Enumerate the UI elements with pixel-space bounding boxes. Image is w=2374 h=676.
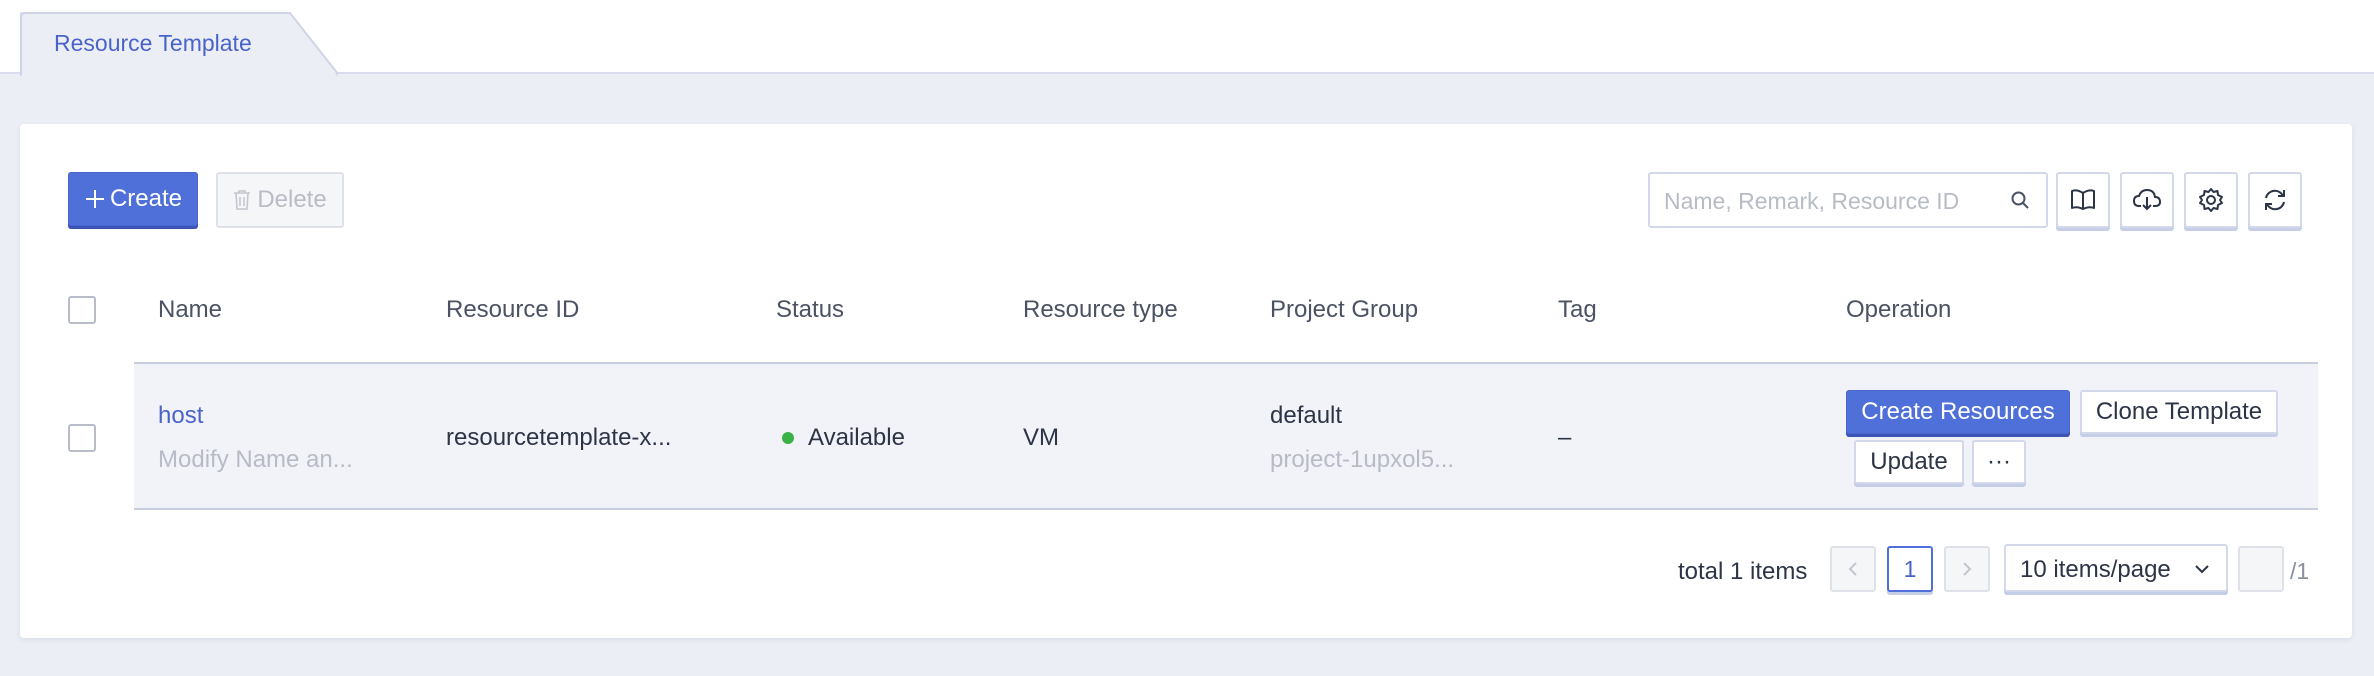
tab-bar: Resource Template	[0, 0, 2374, 76]
book-icon	[2071, 189, 2095, 210]
tab-label: Resource Template	[54, 30, 252, 56]
gear-icon	[2199, 188, 2223, 212]
column-header-status[interactable]: Status	[776, 296, 844, 324]
row-status: Available	[808, 424, 905, 451]
download-button[interactable]	[2120, 172, 2174, 228]
page-count: /1	[2290, 558, 2310, 584]
more-icon: ···	[1987, 448, 2011, 475]
column-header-name[interactable]: Name	[158, 296, 222, 324]
search-box[interactable]	[1648, 172, 2048, 228]
refresh-button[interactable]	[2248, 172, 2302, 228]
more-actions-button[interactable]: ···	[1972, 440, 2026, 484]
column-header-project-group[interactable]: Project Group	[1270, 296, 1418, 324]
search-icon[interactable]	[2010, 190, 2030, 210]
column-header-operation: Operation	[1846, 296, 1952, 323]
page-size-label: 10 items/page	[2020, 556, 2171, 583]
resource-template-panel: Create Delete Name, Remark, Resource ID …	[20, 124, 2352, 638]
current-page-label: 1	[1903, 555, 1917, 582]
table-row: host Modify Name an... resourcetemplate-…	[134, 362, 2318, 510]
update-button[interactable]: Update	[1854, 440, 1964, 484]
column-header-resource-id[interactable]: Resource ID	[446, 296, 579, 324]
page-1-button[interactable]: 1	[1887, 546, 1933, 592]
chevron-left-icon	[1848, 562, 1857, 576]
row-tag: –	[1558, 424, 1572, 451]
trash-icon	[234, 190, 251, 210]
update-label: Update	[1870, 448, 1948, 475]
next-page-button[interactable]	[1944, 546, 1990, 592]
docs-button[interactable]	[2056, 172, 2110, 228]
create-button[interactable]: Create	[68, 172, 198, 226]
chevron-right-icon	[1963, 562, 1972, 576]
prev-page-button[interactable]	[1830, 546, 1876, 592]
create-resources-button[interactable]: Create Resources	[1846, 390, 2070, 434]
delete-button-label: Delete	[257, 186, 327, 213]
page-jump-input[interactable]	[2238, 546, 2284, 592]
row-project-group: default	[1270, 402, 1343, 429]
clone-template-label: Clone Template	[2095, 398, 2263, 425]
status-dot-icon	[782, 432, 794, 444]
select-all-checkbox[interactable]	[68, 296, 96, 324]
create-button-label: Create	[109, 185, 183, 212]
column-header-resource-type[interactable]: Resource type	[1023, 296, 1178, 324]
search-input[interactable]	[1664, 184, 1994, 218]
clone-template-button[interactable]: Clone Template	[2080, 390, 2278, 434]
create-resources-label: Create Resources	[1861, 398, 2055, 425]
row-resource-id: resourcetemplate-x...	[446, 424, 672, 451]
pagination-total: total 1 items	[1678, 558, 1808, 585]
cloud-download-icon	[2133, 188, 2161, 211]
delete-button[interactable]: Delete	[216, 172, 344, 228]
chevron-down-icon	[2195, 565, 2209, 574]
row-resource-type: VM	[1023, 424, 1059, 451]
settings-button[interactable]	[2184, 172, 2238, 228]
page-size-select[interactable]: 10 items/page	[2004, 544, 2228, 592]
column-header-tag[interactable]: Tag	[1558, 296, 1597, 324]
plus-icon	[85, 190, 104, 208]
row-project-id: project-1upxol5...	[1270, 446, 1455, 473]
row-checkbox[interactable]	[68, 424, 96, 452]
row-remark: Modify Name an...	[158, 446, 353, 473]
refresh-icon	[2265, 189, 2285, 211]
row-name-link[interactable]: host	[158, 402, 203, 430]
